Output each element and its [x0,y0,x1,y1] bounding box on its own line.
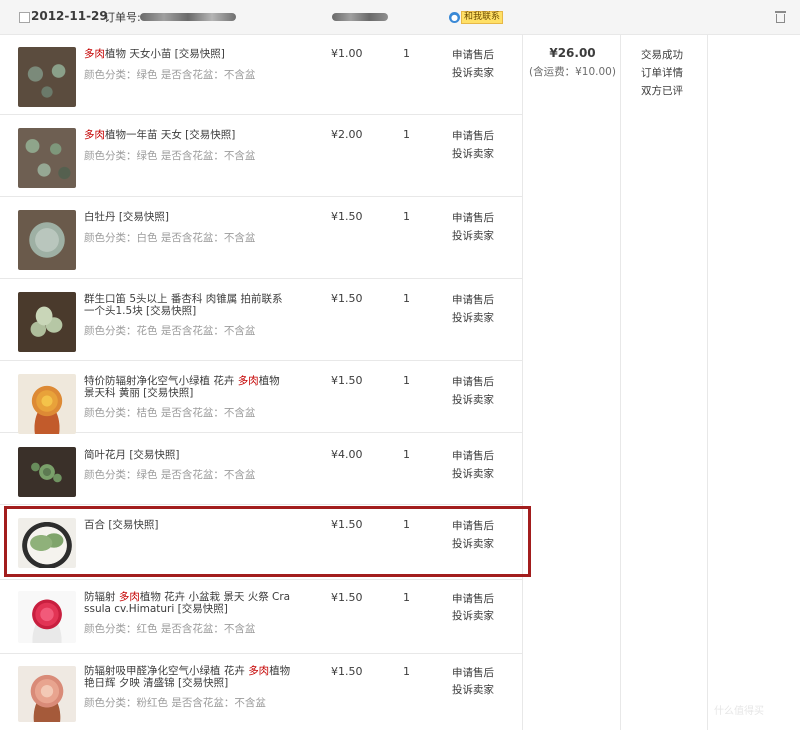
redacted-order-number [140,13,236,21]
product-price: ¥1.50 [331,374,363,387]
watermark-text: 什么值得买 [714,706,764,717]
product-quantity: 1 [403,128,410,141]
product-title-link[interactable]: 白牡丹 [交易快照] [84,211,309,223]
status-trade-success: 交易成功 [641,49,683,61]
complain-seller-link[interactable]: 投诉卖家 [452,310,494,325]
product-price: ¥1.50 [331,292,363,305]
order-total: ¥26.00 (含运费：¥10.00) [525,46,620,79]
select-order-checkbox[interactable] [19,12,30,23]
column-divider [522,35,523,730]
row-divider [0,278,522,279]
column-divider [620,35,621,730]
product-title-link[interactable]: 防辐射吸甲醛净化空气小绿植 花卉 多肉植物 艳日辉 夕映 清盛锦 [交易快照] [84,665,309,689]
apply-after-sales-link[interactable]: 申请售后 [452,128,494,143]
product-variant: 颜色分类：花色 是否含花盆：不含盆 [84,325,256,337]
contact-seller-label: 和我联系 [461,11,504,24]
product-image[interactable] [18,210,76,270]
order-date: 2012-11-29 [31,9,108,23]
shipping-fee: (含运费：¥10.00) [529,66,616,78]
product-variant: 颜色分类：桔色 是否含花盆：不含盆 [84,407,256,419]
contact-seller-button[interactable]: ● 和我联系 [449,11,504,24]
product-price: ¥2.00 [331,128,363,141]
product-image[interactable] [18,666,76,722]
product-variant: 颜色分类：粉红色 是否含花盆：不含盆 [84,697,266,709]
product-title-link[interactable]: 特价防辐射净化空气小绿植 花卉 多肉植物 景天科 黄丽 [交易快照] [84,375,309,399]
product-title-link[interactable]: 群生口笛 5头以上 番杏科 肉锥属 拍前联系 一个头1.5块 [交易快照] [84,293,309,317]
row-divider [0,504,522,505]
order-details-link[interactable]: 订单详情 [641,64,683,82]
product-price: ¥1.50 [331,591,363,604]
row-divider [0,360,522,361]
apply-after-sales-link[interactable]: 申请售后 [452,665,494,680]
complain-seller-link[interactable]: 投诉卖家 [452,608,494,623]
product-price: ¥1.50 [331,665,363,678]
order-header: 2012-11-29 订单号: ● 和我联系 [0,0,800,35]
trash-icon[interactable] [775,11,786,23]
order-status: 交易成功 订单详情 双方已评 [641,46,683,100]
complain-seller-link[interactable]: 投诉卖家 [452,466,494,481]
chat-bubble-icon: ● [449,12,460,23]
complain-seller-link[interactable]: 投诉卖家 [452,228,494,243]
product-quantity: 1 [403,47,410,60]
apply-after-sales-link[interactable]: 申请售后 [452,448,494,463]
column-divider [707,35,708,730]
redacted-seller-name [332,13,388,21]
apply-after-sales-link[interactable]: 申请售后 [452,374,494,389]
highlight-box [4,506,531,577]
product-image[interactable] [18,374,76,434]
product-quantity: 1 [403,374,410,387]
product-variant: 颜色分类：绿色 是否含花盆：不含盆 [84,150,256,162]
product-title-link[interactable]: 多肉植物一年苗 天女 [交易快照] [84,129,309,141]
complain-seller-link[interactable]: 投诉卖家 [452,65,494,80]
product-image[interactable] [18,447,76,497]
product-variant: 颜色分类：红色 是否含花盆：不含盆 [84,623,256,635]
apply-after-sales-link[interactable]: 申请售后 [452,591,494,606]
product-quantity: 1 [403,210,410,223]
complain-seller-link[interactable]: 投诉卖家 [452,682,494,697]
product-image[interactable] [18,292,76,352]
product-price: ¥1.00 [331,47,363,60]
row-divider [0,196,522,197]
product-image[interactable] [18,591,76,643]
product-quantity: 1 [403,292,410,305]
apply-after-sales-link[interactable]: 申请售后 [452,292,494,307]
row-divider [0,653,522,654]
product-title-link[interactable]: 防辐射 多肉植物 花卉 小盆栽 景天 火祭 Cra ssula cv.Himatu… [84,591,309,615]
apply-after-sales-link[interactable]: 申请售后 [452,210,494,225]
order-number-label: 订单号: [104,11,141,24]
apply-after-sales-link[interactable]: 申请售后 [452,47,494,62]
product-price: ¥4.00 [331,448,363,461]
product-variant: 颜色分类：白色 是否含花盆：不含盆 [84,232,256,244]
complain-seller-link[interactable]: 投诉卖家 [452,392,494,407]
product-variant: 颜色分类：绿色 是否含花盆：不含盆 [84,69,256,81]
product-image[interactable] [18,128,76,188]
product-quantity: 1 [403,591,410,604]
product-price: ¥1.50 [331,210,363,223]
product-variant: 颜色分类：绿色 是否含花盆：不含盆 [84,469,256,481]
product-quantity: 1 [403,665,410,678]
product-title-link[interactable]: 多肉植物 天女小苗 [交易快照] [84,48,309,60]
row-divider [0,114,522,115]
product-image[interactable] [18,47,76,107]
complain-seller-link[interactable]: 投诉卖家 [452,146,494,161]
row-divider [0,579,522,580]
order-total-amount: ¥26.00 [549,46,596,60]
status-both-reviewed: 双方已评 [641,85,683,97]
product-quantity: 1 [403,448,410,461]
row-divider [0,432,522,433]
product-title-link[interactable]: 简叶花月 [交易快照] [84,449,309,461]
